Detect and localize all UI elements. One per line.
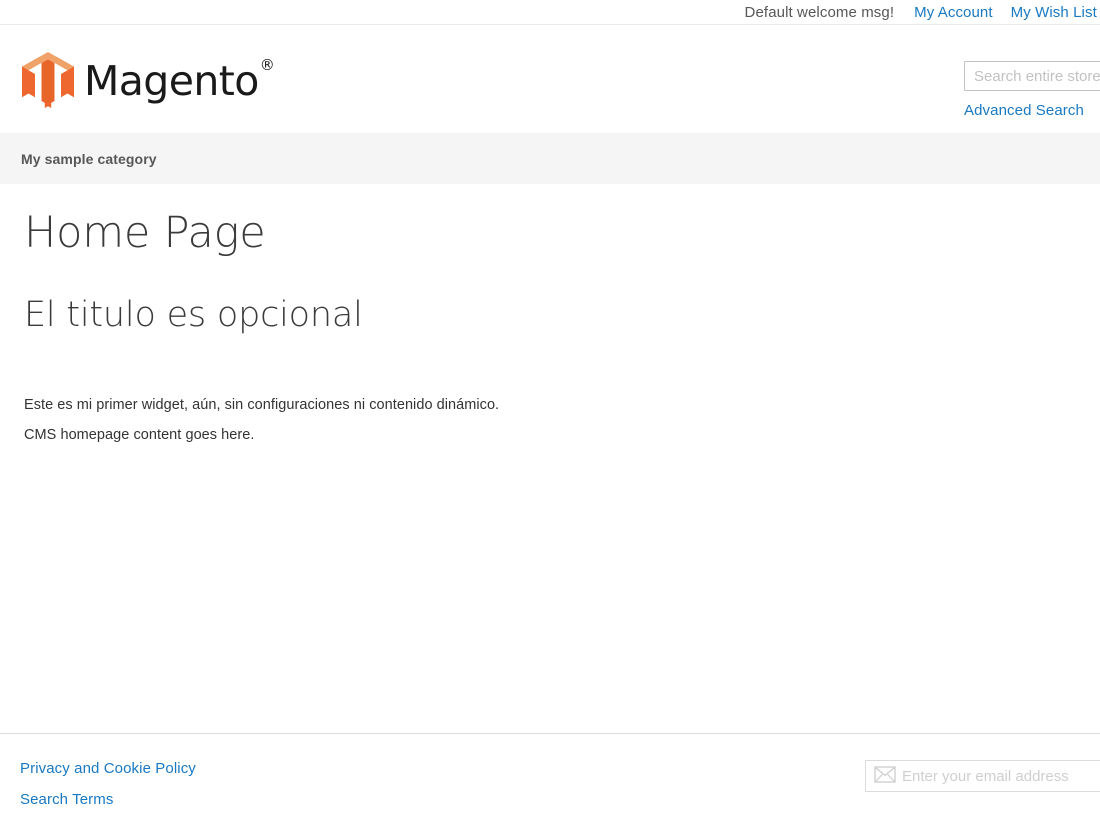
cms-paragraph: CMS homepage content goes here. — [24, 426, 255, 443]
my-account-link[interactable]: My Account — [914, 4, 993, 21]
search-input[interactable] — [964, 61, 1100, 91]
logo-wordmark-text: Magento — [84, 56, 259, 105]
top-panel: Default welcome msg! My Account My Wish … — [0, 0, 1100, 25]
footer-links-list: Privacy and Cookie Policy Search Terms C… — [20, 760, 196, 823]
header-search-block: Advanced Search — [964, 61, 1100, 120]
advanced-search-link[interactable]: Advanced Search — [964, 102, 1084, 119]
list-item: Privacy and Cookie Policy — [20, 760, 196, 778]
search-terms-link[interactable]: Search Terms — [20, 791, 113, 808]
page-footer: Privacy and Cookie Policy Search Terms C… — [0, 733, 1100, 823]
privacy-and-cookie-policy-link[interactable]: Privacy and Cookie Policy — [20, 760, 196, 777]
my-wish-list-link[interactable]: My Wish List — [1011, 4, 1097, 21]
page-header: Magento® Advanced Search — [0, 26, 1100, 133]
page-title: Home Page — [24, 208, 266, 258]
envelope-icon — [874, 766, 896, 786]
main-navigation: My sample category — [0, 133, 1100, 184]
top-panel-links: Default welcome msg! My Account My Wish … — [745, 0, 1100, 25]
registered-mark-icon: ® — [259, 55, 275, 74]
storefront-page: Default welcome msg! My Account My Wish … — [0, 0, 1100, 823]
widget-paragraph: Este es mi primer widget, aún, sin confi… — [24, 396, 500, 413]
newsletter-field — [865, 760, 1100, 792]
logo-wordmark: Magento® — [84, 57, 275, 102]
widget-title: El titulo es opcional — [24, 295, 363, 335]
newsletter-block — [865, 760, 1100, 792]
nav-item-my-sample-category[interactable]: My sample category — [21, 133, 157, 184]
site-logo[interactable]: Magento® — [20, 51, 275, 109]
list-item: Search Terms — [20, 791, 196, 809]
newsletter-email-input[interactable] — [900, 761, 1100, 791]
magento-hexagon-logo-icon — [20, 51, 76, 109]
welcome-message: Default welcome msg! — [744, 4, 895, 21]
